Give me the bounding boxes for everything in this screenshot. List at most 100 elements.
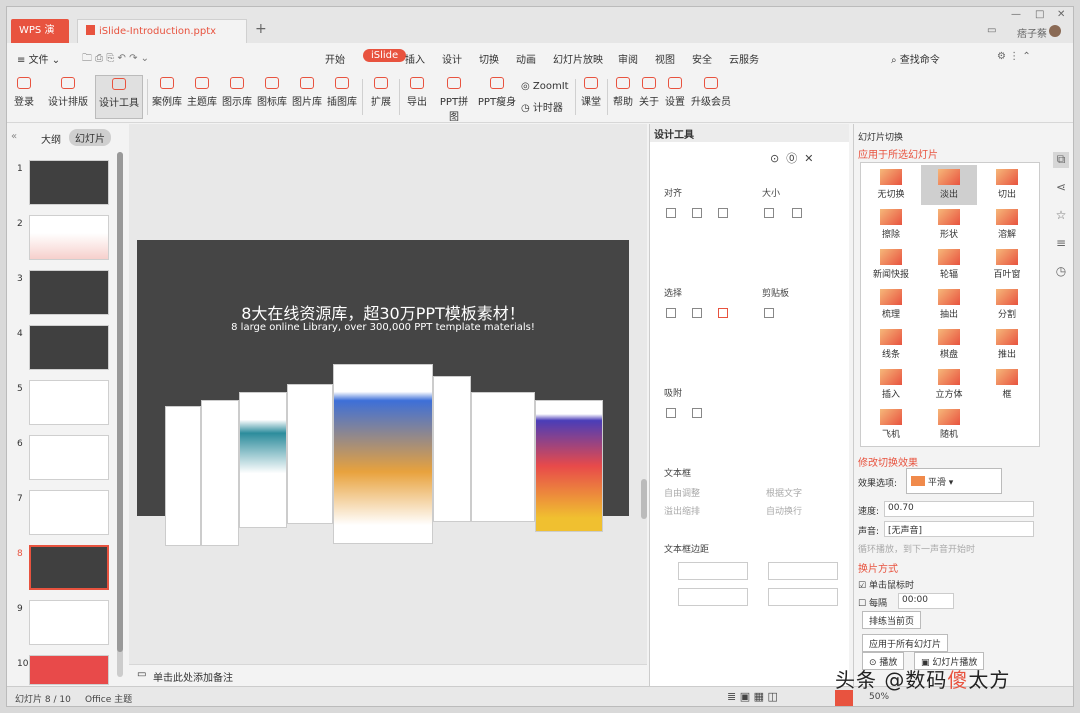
sound-select[interactable]: [无声音] — [884, 521, 1034, 537]
on-click-checkbox[interactable]: ☑ 单击鼠标时 — [858, 578, 914, 591]
illustration-lib-button[interactable]: 插图库 — [327, 77, 357, 108]
loop-checkbox[interactable]: 循环播放，到下一声音开始时 — [858, 542, 975, 555]
menu-animation[interactable]: 动画 — [516, 51, 536, 66]
scrollbar-thumb[interactable] — [117, 152, 123, 652]
share-icon[interactable]: ⋖ — [1053, 180, 1069, 196]
theme-lib-button[interactable]: 主题库 — [187, 77, 217, 108]
classroom-button[interactable]: 课堂 — [579, 77, 603, 108]
diagram-lib-button[interactable]: 图示库 — [222, 77, 252, 108]
select-check-icon[interactable] — [718, 308, 728, 318]
slide-thumb-6[interactable] — [29, 435, 109, 480]
upgrade-button[interactable]: 升级会员 — [689, 77, 733, 108]
apply-all-button[interactable]: 应用于所有幻灯片 — [862, 634, 949, 652]
transition-header[interactable]: 幻灯片切换 — [858, 130, 903, 143]
margin-right-input[interactable] — [768, 562, 838, 580]
size-height-icon[interactable] — [792, 208, 802, 218]
effect-checker[interactable]: 棋盘 — [921, 325, 977, 365]
effect-options-dropdown[interactable]: 平滑 ▾ — [906, 468, 1002, 494]
effect-blinds[interactable]: 百叶窗 — [979, 245, 1035, 285]
effect-insert[interactable]: 插入 — [863, 365, 919, 405]
new-tab-button[interactable]: + — [255, 21, 267, 37]
tab-slides[interactable]: 幻灯片 — [69, 129, 111, 146]
login-button[interactable]: 登录 — [13, 77, 35, 108]
wrap-radio[interactable]: 根据文字 — [766, 486, 802, 499]
window-icon[interactable]: ▭ — [987, 25, 996, 36]
effect-plane[interactable]: 飞机 — [863, 405, 919, 445]
extend-button[interactable]: 扩展 — [367, 77, 395, 108]
margin-bottom-input[interactable] — [768, 588, 838, 606]
panel-icons[interactable]: ⊙ ⓪ ✕ — [770, 150, 813, 166]
size-width-icon[interactable] — [764, 208, 774, 218]
menu-slideshow[interactable]: 幻灯片放映 — [553, 51, 603, 66]
current-slide[interactable]: 8大在线资源库，超30万PPT模板素材！ 8 large online Libr… — [137, 240, 629, 546]
quick-access-icons[interactable]: 🗀 ⎙ ⎘ ↶ ↷ ⌄ — [82, 51, 149, 68]
effect-push[interactable]: 推出 — [979, 325, 1035, 365]
effect-cut[interactable]: 切出 — [979, 165, 1035, 205]
scrollbar[interactable] — [117, 152, 123, 677]
every-time-input[interactable]: 00:00 — [898, 593, 954, 609]
file-menu[interactable]: ≡ 文件 ⌄ — [17, 51, 60, 66]
effect-shape[interactable]: 形状 — [921, 205, 977, 245]
help-button[interactable]: 帮助 — [611, 77, 635, 108]
copy-icon[interactable] — [764, 308, 774, 318]
notes-bar[interactable]: ▭ 单击此处添加备注 — [129, 664, 647, 686]
align-right-icon[interactable] — [718, 208, 728, 218]
wps-tab[interactable]: WPS 演示 — [11, 19, 69, 60]
document-tab[interactable]: iSlide-Introduction.pptx — [77, 19, 247, 43]
menu-security[interactable]: 安全 — [692, 51, 712, 66]
slide-thumb-10[interactable] — [29, 655, 109, 685]
view-mode-icons[interactable]: ≣ ▣ ▦ ◫ — [727, 690, 778, 703]
effect-newsflash[interactable]: 新闻快报 — [863, 245, 919, 285]
slide-thumb-8[interactable] — [29, 545, 109, 590]
history-icon[interactable]: ◷ — [1053, 264, 1069, 280]
effect-box[interactable]: 框 — [979, 365, 1035, 405]
slide-thumb-7[interactable] — [29, 490, 109, 535]
snap-icon[interactable] — [666, 408, 676, 418]
menu-view[interactable]: 视图 — [655, 51, 675, 66]
effect-random[interactable]: 随机 — [921, 405, 977, 445]
collapse-icon[interactable]: « — [11, 131, 17, 142]
slide-thumb-4[interactable] — [29, 325, 109, 370]
canvas-scrollbar[interactable] — [641, 479, 647, 519]
margin-left-input[interactable] — [678, 562, 748, 580]
slide-thumb-2[interactable] — [29, 215, 109, 260]
close-icon[interactable]: ✕ — [1057, 9, 1065, 20]
adjust-icon[interactable]: ≡ — [1053, 236, 1069, 252]
effect-wipe[interactable]: 擦除 — [863, 205, 919, 245]
settings-icons[interactable]: ⚙ ⋮ ⌃ — [997, 51, 1031, 62]
every-checkbox[interactable]: ☐ 每隔 — [858, 596, 887, 609]
user-name[interactable]: 痞子蔡 — [1017, 25, 1047, 40]
layout-button[interactable]: 设计排版 — [45, 77, 91, 108]
search-command[interactable]: ⌕ 查找命令 — [891, 51, 940, 66]
image-lib-button[interactable]: 图片库 — [292, 77, 322, 108]
tab-outline[interactable]: 大纲 — [41, 131, 61, 146]
effect-wheel[interactable]: 轮辐 — [921, 245, 977, 285]
menu-home[interactable]: 开始 — [325, 51, 345, 66]
zoom-level[interactable]: 50% — [869, 692, 889, 702]
effect-pull[interactable]: 抽出 — [921, 285, 977, 325]
rehearse-button[interactable]: 排练当前页 — [862, 611, 922, 629]
avatar[interactable] — [1049, 25, 1061, 37]
autowrap-check[interactable]: 自动换行 — [766, 504, 802, 517]
icon-lib-button[interactable]: 图标库 — [257, 77, 287, 108]
about-button[interactable]: 关于 — [637, 77, 661, 108]
slide-thumb-5[interactable] — [29, 380, 109, 425]
snap-grid-icon[interactable] — [692, 408, 702, 418]
design-tools-button[interactable]: 设计工具 — [95, 75, 143, 119]
ppt-slim-button[interactable]: PPT瘦身 — [477, 77, 517, 108]
maximize-icon[interactable]: □ — [1035, 9, 1044, 20]
minimize-icon[interactable]: — — [1011, 9, 1021, 20]
menu-cloud[interactable]: 云服务 — [729, 51, 759, 66]
autofit-radio[interactable]: 自由调整 — [664, 486, 700, 499]
export-button[interactable]: 导出 — [403, 77, 431, 108]
slide-thumb-3[interactable] — [29, 270, 109, 315]
effect-comb[interactable]: 梳理 — [863, 285, 919, 325]
margin-top-input[interactable] — [678, 588, 748, 606]
zoomit-button[interactable]: ◎ ZoomIt — [521, 81, 571, 92]
menu-insert[interactable]: 插入 — [405, 51, 425, 66]
effect-split[interactable]: 分割 — [979, 285, 1035, 325]
slide-thumb-1[interactable] — [29, 160, 109, 205]
effect-lines[interactable]: 线条 — [863, 325, 919, 365]
align-left-icon[interactable] — [666, 208, 676, 218]
case-lib-button[interactable]: 案例库 — [152, 77, 182, 108]
